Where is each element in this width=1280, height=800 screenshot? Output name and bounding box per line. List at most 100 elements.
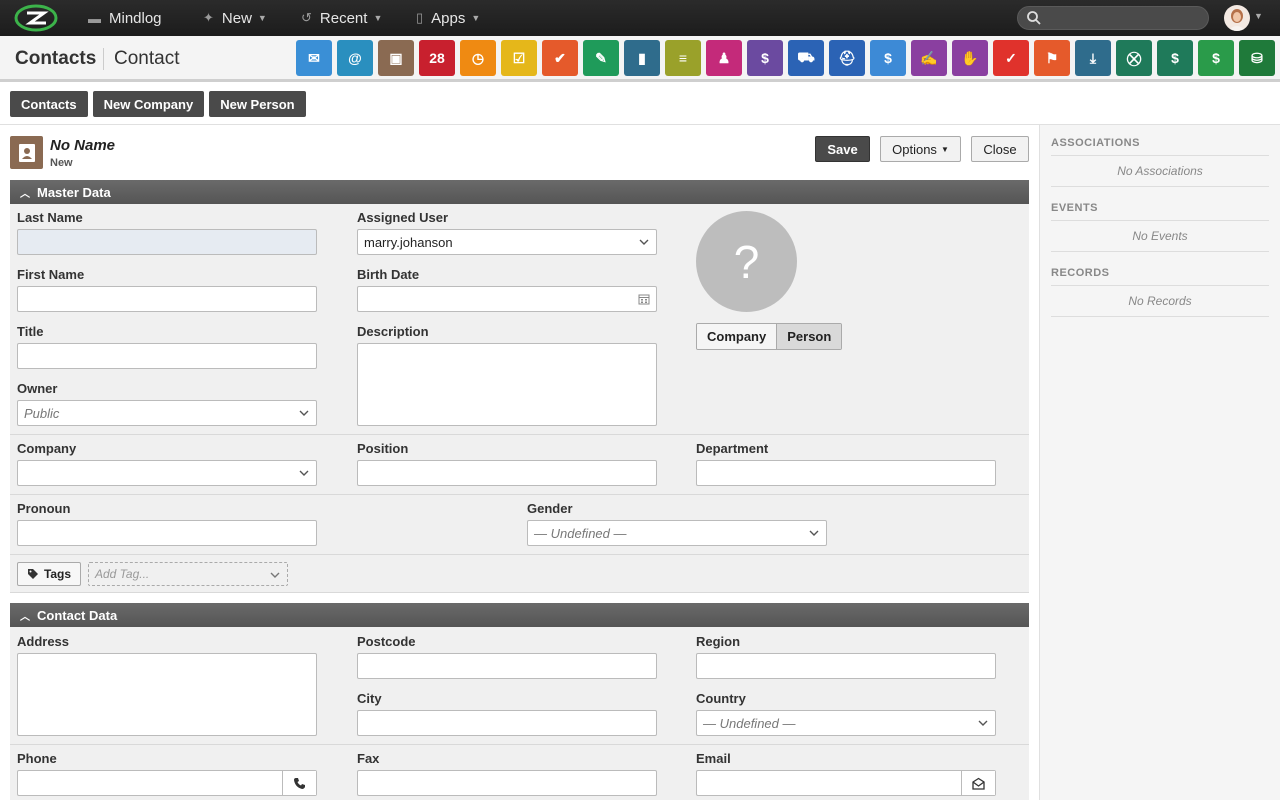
country-select[interactable]: — Undefined — xyxy=(696,710,996,736)
nav-mindlog[interactable]: ▬ Mindlog xyxy=(88,0,162,36)
options-button[interactable]: Options ▼ xyxy=(880,136,961,162)
associations-section: ASSOCIATIONS No Associations xyxy=(1051,137,1269,187)
master-data-title: Master Data xyxy=(37,184,111,200)
master-data-header[interactable]: ︿ Master Data xyxy=(10,180,1029,204)
new-company-button[interactable]: New Company xyxy=(92,91,205,117)
tasks-icon[interactable]: ☑ xyxy=(501,40,537,76)
chevron-down-icon[interactable]: ▼ xyxy=(1254,11,1263,21)
fax-field[interactable] xyxy=(357,770,657,796)
region-field[interactable] xyxy=(696,653,996,679)
options-label: Options xyxy=(892,141,937,157)
documents-icon[interactable]: ≡ xyxy=(665,40,701,76)
database-icon[interactable]: ⛁ xyxy=(1239,40,1275,76)
email-label: Email xyxy=(696,751,731,766)
timer-icon[interactable]: ◷ xyxy=(460,40,496,76)
chat-icon: ▬ xyxy=(88,10,101,26)
owner-select[interactable]: Public xyxy=(17,400,317,426)
address-textarea[interactable] xyxy=(17,653,317,736)
avatar[interactable] xyxy=(1224,5,1250,31)
divider xyxy=(10,592,1029,593)
divider xyxy=(10,744,1029,745)
nav-apps-label: Apps xyxy=(431,9,466,27)
app-launcher-bar: ✉ @ ▣ 28 ◷ ☑ ✔ ✎ ▮ ≡ ♟ $ ⛟ ⛑ $ ✍ ✋ ✓ ⚑ ⤓ ⛒ $ $ ⛁ xyxy=(296,40,1275,76)
email-field[interactable] xyxy=(696,770,996,796)
title-label: Title xyxy=(17,324,44,339)
calendar-icon[interactable]: 28 xyxy=(419,40,455,76)
pronoun-field[interactable] xyxy=(17,520,317,546)
bookmarks-icon[interactable]: ▮ xyxy=(624,40,660,76)
close-button[interactable]: Close xyxy=(971,136,1029,162)
billing-icon[interactable]: $ xyxy=(1157,40,1193,76)
sparkle-icon: ✦ xyxy=(203,10,214,25)
birth-date-field[interactable] xyxy=(357,286,657,312)
sales-icon[interactable]: $ xyxy=(747,40,783,76)
address-book-icon[interactable]: @ xyxy=(337,40,373,76)
postcode-field[interactable] xyxy=(357,653,657,679)
collapse-icon: ︿ xyxy=(20,611,30,623)
phone-field[interactable] xyxy=(17,770,317,796)
type-company-button[interactable]: Company xyxy=(697,324,777,349)
download-icon[interactable]: ⤓ xyxy=(1075,40,1111,76)
tags-button[interactable]: Tags xyxy=(17,562,81,586)
department-label: Department xyxy=(696,441,769,456)
associations-title: ASSOCIATIONS xyxy=(1051,137,1269,156)
phone-icon xyxy=(294,777,305,789)
last-name-field[interactable] xyxy=(17,229,317,255)
position-field[interactable] xyxy=(357,460,657,486)
contact-data-header[interactable]: ︿ Contact Data xyxy=(10,603,1029,627)
helpdesk-icon[interactable]: ♟ xyxy=(706,40,742,76)
nav-mindlog-label: Mindlog xyxy=(109,9,162,27)
finance-icon[interactable]: $ xyxy=(870,40,906,76)
notes-icon[interactable]: ✎ xyxy=(583,40,619,76)
gender-value: — Undefined — xyxy=(534,525,627,541)
collapse-icon: ︿ xyxy=(20,188,30,200)
nav-new[interactable]: ✦ New ▼ xyxy=(203,0,267,36)
send-email-button[interactable] xyxy=(961,771,995,795)
contacts-button[interactable]: Contacts xyxy=(10,91,88,117)
projects-icon[interactable]: ✔ xyxy=(542,40,578,76)
contact-photo-placeholder[interactable]: ? xyxy=(696,211,797,312)
save-button[interactable]: Save xyxy=(815,136,870,162)
add-tag-placeholder: Add Tag... xyxy=(95,567,150,581)
chevron-down-icon xyxy=(299,470,309,476)
new-person-button[interactable]: New Person xyxy=(209,91,306,117)
logo-icon[interactable] xyxy=(14,4,58,32)
chevron-down-icon: ▼ xyxy=(940,144,949,154)
purchasing-icon[interactable]: ⛒ xyxy=(1116,40,1152,76)
birth-date-label: Birth Date xyxy=(357,267,420,282)
description-textarea[interactable] xyxy=(357,343,657,426)
owner-value: Public xyxy=(24,405,60,421)
pricing-icon[interactable]: $ xyxy=(1198,40,1234,76)
department-field[interactable] xyxy=(696,460,996,486)
region-label: Region xyxy=(696,634,741,649)
pdf-icon[interactable]: ✓ xyxy=(993,40,1029,76)
broadcast-icon[interactable]: ⚑ xyxy=(1034,40,1070,76)
mail-icon[interactable]: ✉ xyxy=(296,40,332,76)
contacts-icon[interactable]: ▣ xyxy=(378,40,414,76)
first-name-field[interactable] xyxy=(17,286,317,312)
calendar-icon[interactable] xyxy=(638,293,650,305)
deals-icon[interactable]: ✋ xyxy=(952,40,988,76)
record-state: New xyxy=(50,157,73,169)
company-select[interactable] xyxy=(17,460,317,486)
nav-recent[interactable]: ↺ Recent ▼ xyxy=(301,0,382,36)
support-icon[interactable]: ⛑ xyxy=(829,40,865,76)
history-icon: ↺ xyxy=(301,10,312,25)
nav-apps[interactable]: ▯ Apps ▼ xyxy=(416,0,480,36)
gender-select[interactable]: — Undefined — xyxy=(527,520,827,546)
chevron-down-icon xyxy=(270,572,280,578)
title-field[interactable] xyxy=(17,343,317,369)
type-person-button[interactable]: Person xyxy=(776,324,842,349)
last-name-label: Last Name xyxy=(17,210,83,225)
page-title[interactable]: Contacts xyxy=(15,48,96,70)
contracts-icon[interactable]: ✍ xyxy=(911,40,947,76)
add-tag-input[interactable]: Add Tag... xyxy=(88,562,288,586)
search-input[interactable] xyxy=(1017,6,1209,30)
delivery-icon[interactable]: ⛟ xyxy=(788,40,824,76)
assigned-user-select[interactable]: marry.johanson xyxy=(357,229,657,255)
divider xyxy=(10,434,1029,435)
tags-label: Tags xyxy=(43,567,72,581)
tag-icon xyxy=(27,569,38,579)
city-field[interactable] xyxy=(357,710,657,736)
call-button[interactable] xyxy=(282,771,316,795)
